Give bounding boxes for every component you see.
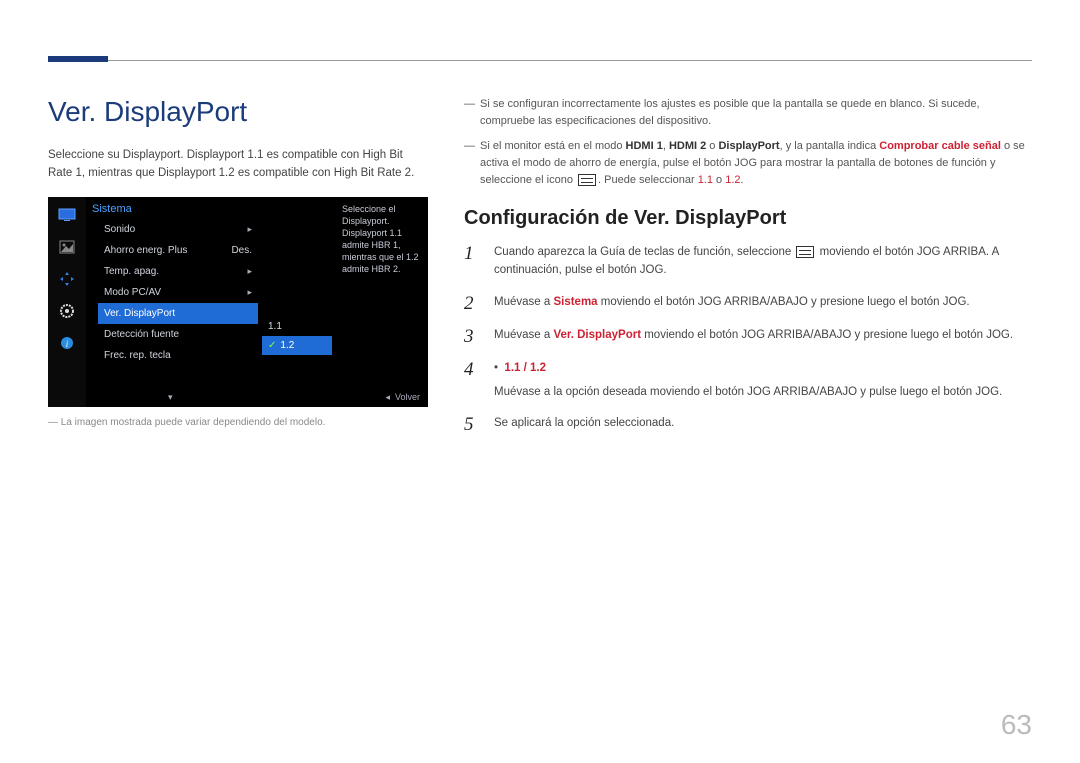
osd-option-1-2: ✓1.2 xyxy=(262,336,332,355)
section-heading: Configuración de Ver. DisplayPort xyxy=(464,207,1032,230)
osd-row-deteccion: Detección fuente xyxy=(98,324,258,345)
step-5: 5 Se aplicará la opción seleccionada. xyxy=(464,415,1032,434)
note-1: ― Si se configuran incorrectamente los a… xyxy=(464,96,1032,130)
osd-header: Sistema xyxy=(92,203,132,215)
chevron-right-icon: ▸ xyxy=(247,287,252,298)
step-2: 2 Muévase a Sistema moviendo el botón JO… xyxy=(464,294,1032,313)
divider-top xyxy=(48,60,1032,61)
arrows-icon xyxy=(57,271,77,287)
step-number: 3 xyxy=(464,327,482,346)
chevron-down-icon: ▾ xyxy=(168,392,173,403)
menu-icon xyxy=(578,174,596,186)
gear-icon xyxy=(57,303,77,319)
picture-icon xyxy=(57,239,77,255)
monitor-icon xyxy=(57,207,77,223)
step-3: 3 Muévase a Ver. DisplayPort moviendo el… xyxy=(464,327,1032,346)
osd-row-ahorro: Ahorro energ. PlusDes. xyxy=(98,240,258,261)
note-2: ― Si el monitor está en el modo HDMI 1, … xyxy=(464,138,1032,189)
accent-bar xyxy=(48,56,108,62)
osd-help-text: Seleccione el Displayport. Displayport 1… xyxy=(342,203,422,276)
step-number: 4 xyxy=(464,360,482,402)
osd-row-temp: Temp. apag.▸ xyxy=(98,261,258,282)
osd-submenu: 1.1 ✓1.2 xyxy=(262,317,332,355)
osd-footer: ◂ Volver xyxy=(385,392,420,403)
check-icon: ✓ xyxy=(268,340,276,351)
osd-sidebar: i xyxy=(48,197,86,407)
info-icon: i xyxy=(57,335,77,351)
menu-icon xyxy=(796,246,814,258)
osd-row-frec: Frec. rep. tecla xyxy=(98,345,258,366)
osd-row-sonido: Sonido▸ xyxy=(98,219,258,240)
page-title: Ver. DisplayPort xyxy=(48,96,428,128)
osd-menu-list: Sonido▸ Ahorro energ. PlusDes. Temp. apa… xyxy=(98,219,258,366)
step-number: 2 xyxy=(464,294,482,313)
step-number: 1 xyxy=(464,244,482,280)
chevron-right-icon: ▸ xyxy=(247,266,252,277)
osd-screenshot: i Sistema Sonido▸ Ahorro energ. PlusDes.… xyxy=(48,197,428,407)
step-4: 4 • 1.1 / 1.2 Muévase a la opción desead… xyxy=(464,360,1032,402)
osd-option-1-1: 1.1 xyxy=(262,317,332,336)
page-number: 63 xyxy=(1001,709,1032,741)
intro-text: Seleccione su Displayport. Displayport 1… xyxy=(48,146,428,183)
image-disclaimer: ― La imagen mostrada puede variar depend… xyxy=(48,417,428,428)
step-number: 5 xyxy=(464,415,482,434)
osd-row-ver-displayport: Ver. DisplayPort xyxy=(98,303,258,324)
chevron-left-icon: ◂ xyxy=(385,392,390,402)
chevron-right-icon: ▸ xyxy=(247,224,252,235)
step-1: 1 Cuando aparezca la Guía de teclas de f… xyxy=(464,244,1032,280)
osd-row-modo: Modo PC/AV▸ xyxy=(98,282,258,303)
